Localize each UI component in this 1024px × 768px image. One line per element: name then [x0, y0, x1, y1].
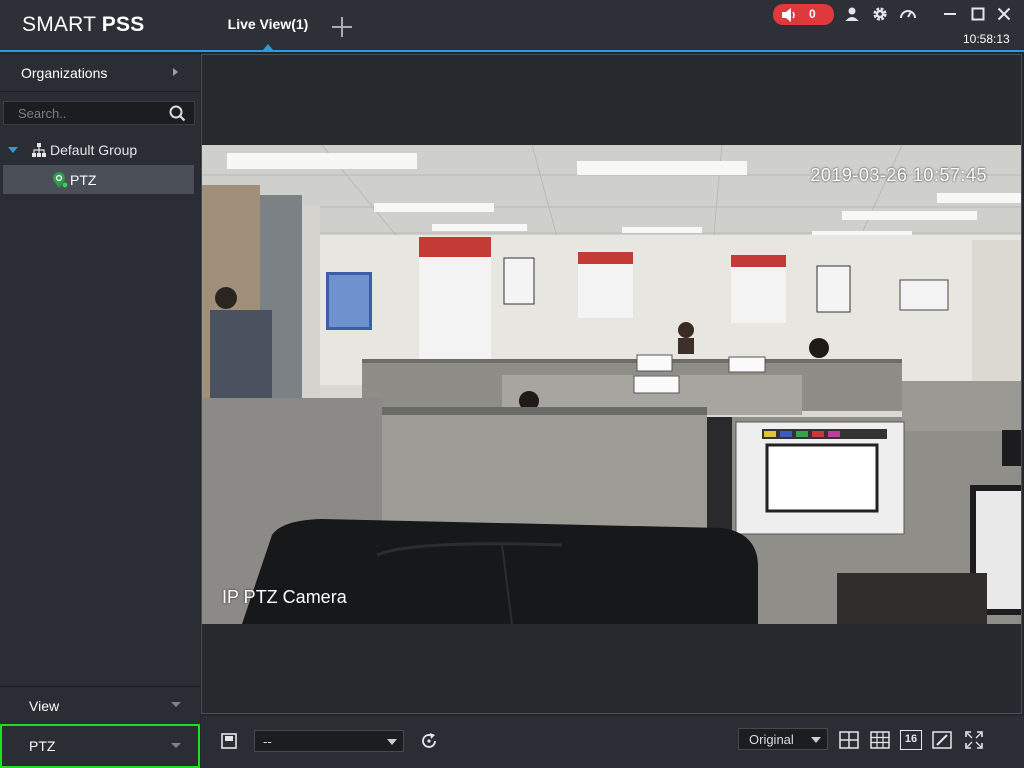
device-search	[3, 101, 195, 125]
organizations-label: Organizations	[21, 65, 108, 81]
tab-label: Live View(1)	[227, 16, 309, 32]
user-icon[interactable]	[843, 5, 861, 23]
tree-item-label: PTZ	[70, 172, 97, 188]
tab-live-view[interactable]: Live View(1)	[212, 0, 324, 50]
aspect-ratio-value: Original	[749, 732, 794, 747]
alarm-button[interactable]: 0	[773, 4, 834, 25]
speedometer-icon[interactable]	[899, 5, 917, 23]
organizations-header[interactable]: Organizations	[0, 54, 200, 92]
bottom-toolbar: -- Original 16	[201, 716, 1024, 768]
preset-dropdown[interactable]: --	[254, 730, 404, 752]
chevron-right-icon	[173, 68, 178, 76]
osd-camera-name: IP PTZ Camera	[222, 587, 347, 607]
device-sidebar: Organizations Default Group PTZ	[0, 54, 200, 768]
tree-item-ptz[interactable]: PTZ	[3, 165, 194, 194]
view-section-label: View	[29, 698, 60, 714]
minimize-icon[interactable]	[941, 5, 959, 23]
fullscreen-icon[interactable]	[964, 730, 984, 750]
osd-timestamp: 2019-03-26 10:57:45	[810, 165, 987, 185]
title-bar: SMART PSS Live View(1) 0 10:58:13	[0, 0, 1024, 52]
layout-9-icon[interactable]	[870, 730, 890, 750]
ptz-camera-icon	[53, 172, 68, 188]
chevron-down-icon	[387, 739, 397, 745]
search-icon[interactable]	[169, 105, 186, 122]
speaker-icon	[782, 7, 795, 22]
active-tab-indicator	[263, 44, 273, 50]
preset-dropdown-value: --	[263, 734, 272, 749]
live-view-window[interactable]: 2019-03-26 10:57:45 IP PTZ Camera	[201, 54, 1022, 714]
ptz-section[interactable]: PTZ	[0, 724, 200, 768]
expand-triangle-icon[interactable]	[8, 147, 18, 153]
maximize-icon[interactable]	[969, 5, 987, 23]
refresh-icon[interactable]	[419, 731, 439, 751]
layout-16-label: 16	[904, 733, 918, 745]
gear-icon[interactable]	[871, 5, 889, 23]
search-input[interactable]	[4, 102, 164, 124]
layout-4-icon[interactable]	[839, 730, 859, 750]
camera-frame-image	[202, 145, 1021, 624]
close-icon[interactable]	[995, 5, 1013, 23]
add-tab-icon[interactable]	[331, 16, 353, 38]
tree-group-default[interactable]: Default Group	[0, 139, 200, 163]
chevron-down-icon	[171, 743, 181, 748]
layout-16-icon[interactable]: 16	[900, 730, 922, 750]
ptz-section-label: PTZ	[29, 738, 56, 754]
video-feed[interactable]: 2019-03-26 10:57:45 IP PTZ Camera	[202, 145, 1021, 624]
chevron-down-icon	[811, 737, 821, 743]
view-section[interactable]: View	[0, 686, 200, 722]
alarm-count: 0	[809, 7, 816, 21]
save-preset-icon[interactable]	[219, 731, 239, 751]
org-tree-icon	[32, 143, 46, 157]
app-logo: SMART PSS	[22, 13, 145, 36]
custom-layout-edit-icon[interactable]	[932, 730, 952, 750]
chevron-down-icon	[171, 702, 181, 707]
tree-group-label: Default Group	[50, 142, 138, 158]
aspect-ratio-dropdown[interactable]: Original	[738, 728, 828, 750]
system-clock: 10:58:13	[963, 32, 1010, 46]
